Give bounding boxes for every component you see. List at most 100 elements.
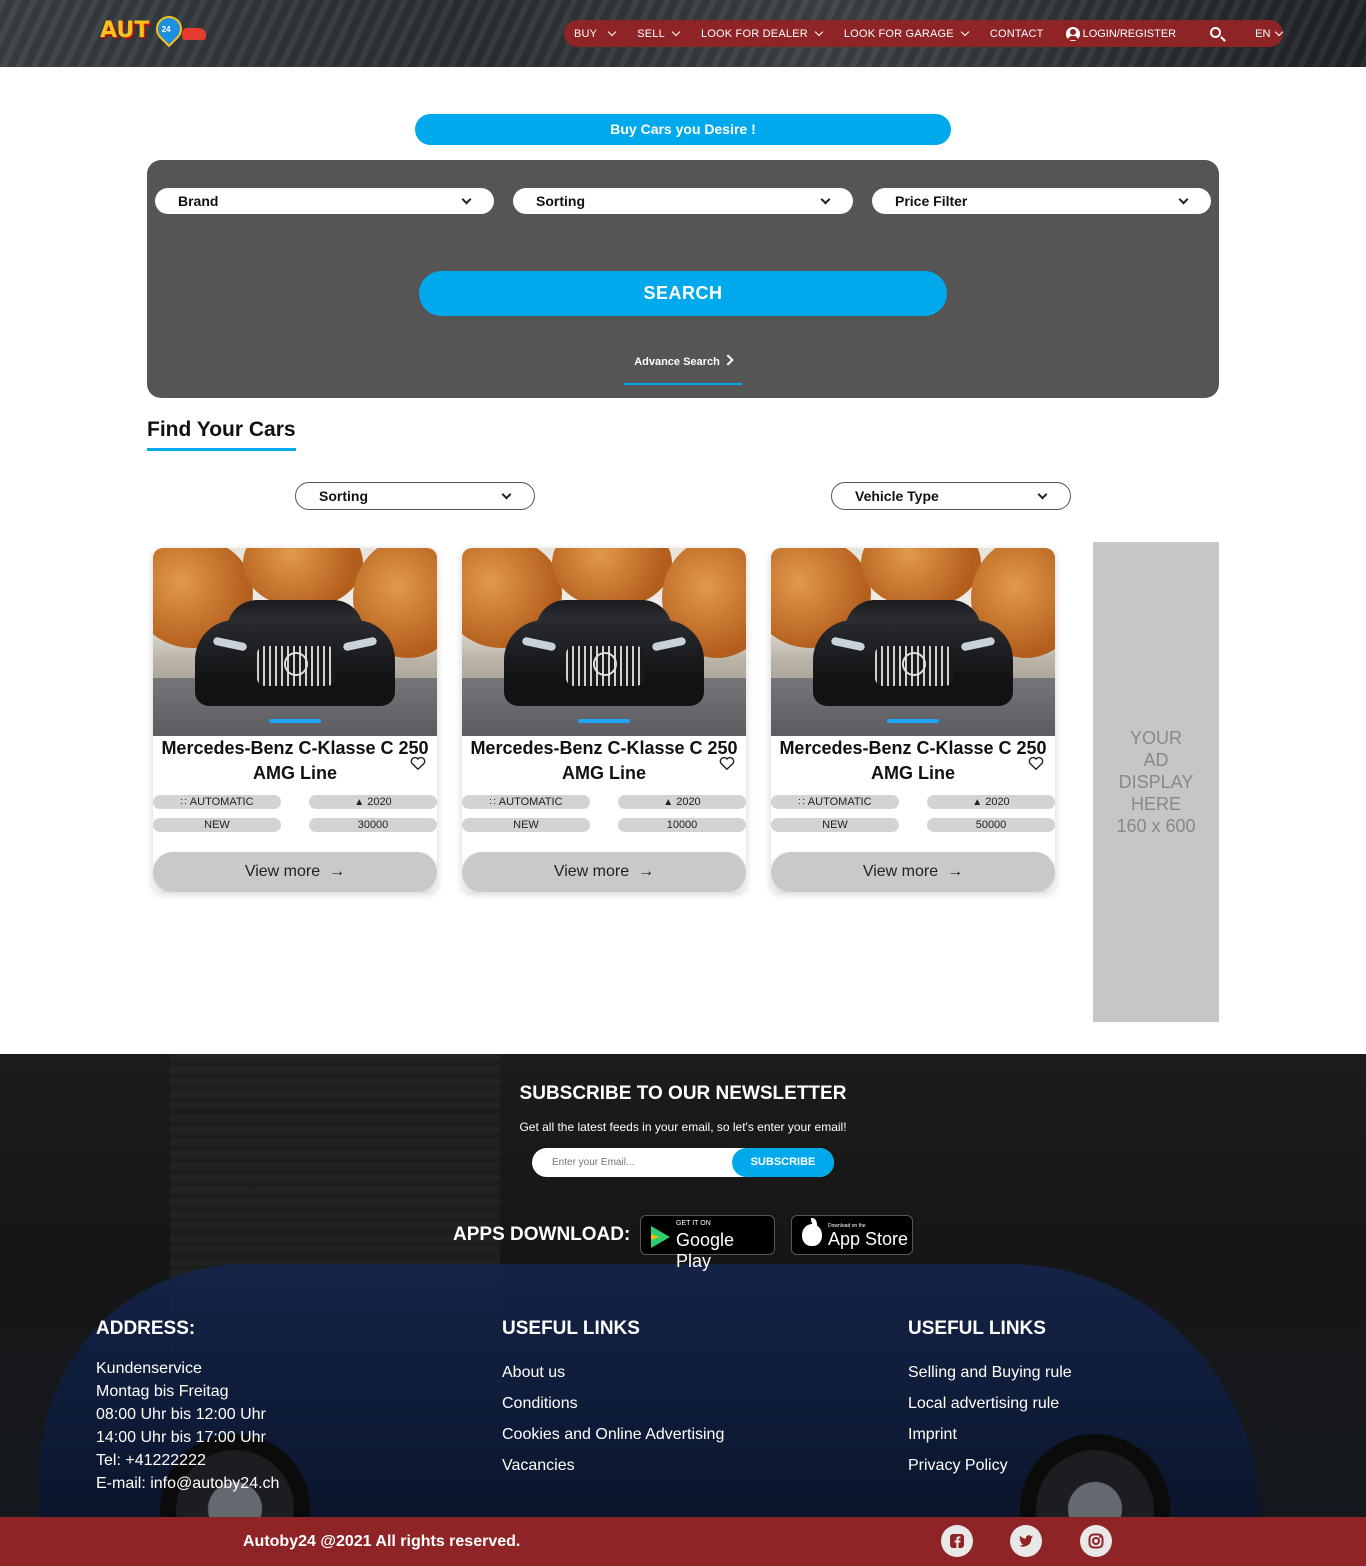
logo-text: AUT — [100, 18, 150, 43]
useful-links-title: USEFUL LINKS — [502, 1318, 640, 1339]
nav-look-for-garage[interactable]: LOOK FOR GARAGE — [844, 27, 970, 40]
twitter-icon[interactable] — [1010, 1525, 1042, 1557]
brand-select[interactable]: Brand — [155, 188, 494, 214]
google-play-badge[interactable]: GET IT ON Google Play — [640, 1215, 775, 1271]
condition-tag: NEW — [771, 818, 899, 832]
view-more-button[interactable]: View more → — [153, 852, 437, 892]
condition-tag: NEW — [462, 818, 590, 832]
car-image[interactable] — [462, 548, 746, 736]
nav-look-for-dealer[interactable]: LOOK FOR DEALER — [701, 27, 824, 40]
heart-icon[interactable] — [410, 755, 426, 771]
footer-link-selling-buying-rule[interactable]: Selling and Buying rule — [908, 1357, 1072, 1388]
app-store-badge[interactable]: Download on the App Store — [791, 1215, 913, 1255]
chevron-down-icon — [960, 27, 970, 36]
apps-download-label: APPS DOWNLOAD: — [453, 1224, 631, 1245]
chevron-down-icon — [1037, 489, 1048, 500]
footer-useful-links-1: USEFUL LINKS About us Conditions Cookies… — [502, 1318, 724, 1481]
nav-login-register[interactable]: LOGIN/REGISTER — [1065, 26, 1176, 41]
logo-car-icon — [182, 28, 206, 40]
site-logo[interactable]: AUT 24 — [100, 10, 210, 56]
mileage-tag: 10000 — [618, 818, 746, 832]
chevron-down-icon — [501, 489, 512, 500]
search-button[interactable]: SEARCH — [419, 271, 947, 316]
newsletter-email-input[interactable] — [532, 1148, 732, 1177]
google-play-icon — [651, 1226, 670, 1248]
footer-link-cookies[interactable]: Cookies and Online Advertising — [502, 1419, 724, 1450]
chevron-down-icon — [461, 194, 472, 205]
car-title[interactable]: Mercedes-Benz C-Klasse C 250 AMG Line — [462, 736, 746, 786]
chevron-down-icon — [607, 27, 617, 36]
facebook-icon[interactable] — [941, 1525, 973, 1557]
footer-useful-links-2: USEFUL LINKS Selling and Buying rule Loc… — [908, 1318, 1072, 1481]
mercedes-logo-icon — [902, 652, 926, 676]
road-icon: ▲ — [663, 797, 674, 808]
arrow-right-icon: → — [947, 863, 964, 880]
site-footer: SUBSCRIBE TO OUR NEWSLETTER Get all the … — [0, 1054, 1366, 1518]
address-phone: Tel: +41222222 — [96, 1452, 206, 1469]
footer-link-local-advertising-rule[interactable]: Local advertising rule — [908, 1388, 1072, 1419]
chevron-down-icon — [1275, 27, 1284, 36]
transmission-tag: ∷ AUTOMATIC — [153, 795, 281, 809]
car-image[interactable] — [153, 548, 437, 736]
gearbox-icon: ∷ — [489, 797, 496, 808]
apple-icon — [802, 1218, 822, 1246]
mileage-tag: 50000 — [927, 818, 1055, 832]
main-nav: BUY SELL LOOK FOR DEALER LOOK FOR GARAGE… — [564, 20, 1284, 47]
car-card[interactable]: Mercedes-Benz C-Klasse C 250 AMG Line ∷ A… — [153, 548, 437, 892]
language-selector[interactable]: EN — [1255, 27, 1284, 40]
footer-link-imprint[interactable]: Imprint — [908, 1419, 1072, 1450]
newsletter-subtitle: Get all the latest feeds in your email, … — [519, 1120, 847, 1134]
footer-address: ADDRESS: Kundenservice Montag bis Freita… — [96, 1318, 279, 1495]
gearbox-icon: ∷ — [180, 797, 187, 808]
search-panel: Brand Sorting Price Filter SEARCH Advanc… — [147, 160, 1219, 398]
transmission-tag: ∷ AUTOMATIC — [462, 795, 590, 809]
subscribe-button[interactable]: SUBSCRIBE — [732, 1148, 834, 1177]
chevron-down-icon — [1178, 194, 1189, 205]
chevron-down-icon — [671, 27, 681, 36]
site-header: AUT 24 BUY SELL LOOK FOR DEALER LOOK FOR… — [0, 0, 1366, 67]
arrow-right-icon: → — [329, 863, 346, 880]
copyright-text: Autoby24 @2021 All rights reserved. — [243, 1533, 521, 1550]
view-more-button[interactable]: View more → — [771, 852, 1055, 892]
ad-placeholder: YOUR AD DISPLAY HERE 160 x 600 — [1093, 542, 1219, 1022]
car-card[interactable]: Mercedes-Benz C-Klasse C 250 AMG Line ∷ A… — [771, 548, 1055, 892]
chevron-down-icon — [820, 194, 831, 205]
search-icon[interactable] — [1210, 27, 1222, 38]
condition-tag: NEW — [153, 818, 281, 832]
road-icon: ▲ — [972, 797, 983, 808]
car-title[interactable]: Mercedes-Benz C-Klasse C 250 AMG Line — [153, 736, 437, 786]
address-line: 14:00 Uhr bis 17:00 Uhr — [96, 1429, 266, 1446]
car-image[interactable] — [771, 548, 1055, 736]
address-line: Montag bis Freitag — [96, 1383, 229, 1400]
footer-link-privacy-policy[interactable]: Privacy Policy — [908, 1450, 1072, 1481]
advance-search-link[interactable]: Advance Search — [624, 348, 742, 385]
nav-buy[interactable]: BUY — [574, 27, 617, 40]
nav-sell[interactable]: SELL — [637, 27, 681, 40]
heart-icon[interactable] — [719, 755, 735, 771]
address-title: ADDRESS: — [96, 1318, 196, 1339]
address-line: Kundenservice — [96, 1360, 202, 1377]
instagram-icon[interactable] — [1080, 1525, 1112, 1557]
hero-title: Buy Cars you Desire ! — [415, 114, 951, 145]
transmission-tag: ∷ AUTOMATIC — [771, 795, 899, 809]
car-card[interactable]: Mercedes-Benz C-Klasse C 250 AMG Line ∷ A… — [462, 548, 746, 892]
results-sorting-select[interactable]: Sorting — [295, 482, 535, 510]
address-line: 08:00 Uhr bis 12:00 Uhr — [96, 1406, 266, 1423]
footer-link-vacancies[interactable]: Vacancies — [502, 1450, 724, 1481]
road-icon: ▲ — [354, 797, 365, 808]
view-more-button[interactable]: View more → — [462, 852, 746, 892]
year-tag: ▲ 2020 — [927, 795, 1055, 809]
price-filter-select[interactable]: Price Filter — [872, 188, 1211, 214]
heart-icon[interactable] — [1028, 755, 1044, 771]
footer-link-about-us[interactable]: About us — [502, 1357, 724, 1388]
logo-pin-icon: 24 — [150, 10, 188, 48]
bottom-bar: Autoby24 @2021 All rights reserved. — [0, 1517, 1366, 1566]
arrow-right-icon: → — [638, 863, 655, 880]
newsletter-form: SUBSCRIBE — [532, 1148, 834, 1177]
nav-contact[interactable]: CONTACT — [990, 28, 1044, 40]
mercedes-logo-icon — [593, 652, 617, 676]
sorting-select[interactable]: Sorting — [513, 188, 853, 214]
vehicle-type-select[interactable]: Vehicle Type — [831, 482, 1071, 510]
car-title[interactable]: Mercedes-Benz C-Klasse C 250 AMG Line — [771, 736, 1055, 786]
footer-link-conditions[interactable]: Conditions — [502, 1388, 724, 1419]
